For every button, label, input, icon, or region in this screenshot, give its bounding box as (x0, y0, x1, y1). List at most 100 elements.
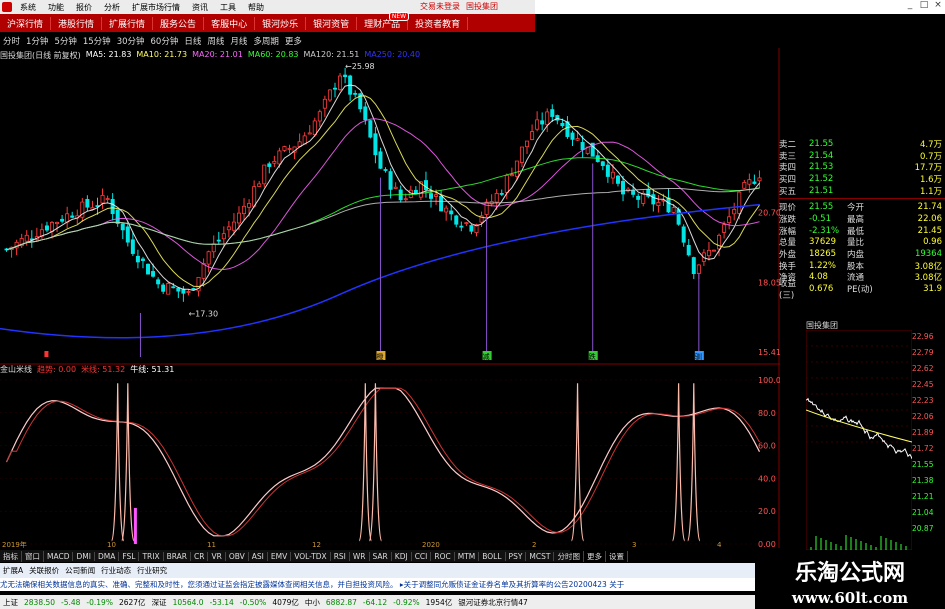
indicator-tab-15[interactable]: WR (350, 551, 370, 561)
quote-stat-row: 总量 37629 量比 0.96 (779, 237, 945, 248)
trend-spike (570, 383, 585, 542)
kline-chart[interactable]: 100.0 80.0 60.0 40.0 20.0 0.00 20.70 18.05 15.41… (0, 48, 780, 550)
nav-tab-3[interactable]: 服务公告 (153, 16, 205, 30)
minimize-icon[interactable]: _ (903, 0, 917, 12)
menu-item-6[interactable]: 工具 (214, 2, 242, 13)
candle (348, 74, 353, 101)
period-4[interactable]: 30分钟 (114, 35, 148, 47)
stat-value-2: 3.08亿 (914, 261, 942, 272)
period-7[interactable]: 周线 (204, 35, 227, 47)
candle (681, 224, 686, 247)
mini-axis-tick: 21.38 (912, 476, 934, 485)
indicator-tab-8[interactable]: CR (191, 551, 209, 561)
nav-tab-2[interactable]: 扩展行情 (102, 16, 154, 30)
period-5[interactable]: 60分钟 (148, 35, 182, 47)
close-icon[interactable]: × (931, 0, 945, 12)
menu-item-1[interactable]: 功能 (42, 2, 70, 13)
intraday-mini-chart[interactable] (806, 330, 912, 550)
candle (732, 202, 737, 221)
period-3[interactable]: 15分钟 (80, 35, 114, 47)
quote-divider (779, 198, 945, 200)
indicator-tab-1[interactable]: 窗口 (22, 550, 44, 562)
period-10[interactable]: 更多 (282, 35, 305, 47)
menu-item-2[interactable]: 报价 (70, 2, 98, 13)
candle (44, 221, 49, 233)
indicator-tab-23[interactable]: MCST (526, 551, 555, 561)
period-6[interactable]: 日线 (181, 35, 204, 47)
top-link-1[interactable]: 国投集团 (466, 1, 498, 12)
sub-axis-label: 20.0 (758, 507, 776, 516)
candle (600, 160, 605, 171)
info-tab-0[interactable]: 扩展A (0, 565, 26, 576)
mini-axis-tick: 22.62 (912, 364, 934, 373)
candle (540, 112, 545, 131)
period-1[interactable]: 1分钟 (23, 35, 51, 47)
period-0[interactable]: 分时 (0, 35, 23, 47)
nav-tab-6[interactable]: 银河资管 (306, 16, 358, 30)
info-tab-3[interactable]: 行业动态 (98, 565, 134, 576)
mini-axis-tick: 22.96 (912, 332, 934, 341)
indicator-tab-0[interactable]: 指标 (0, 550, 22, 562)
indicator-tabs: 指标 窗口 MACD DMI DMA FSL TRIX BRAR CR VR OBV ASI EMV VO… (0, 550, 628, 562)
menu-item-3[interactable]: 分析 (98, 2, 126, 13)
nav-tab-1[interactable]: 港股行情 (51, 16, 103, 30)
candle (211, 235, 216, 259)
stat-label: 收益(三) (779, 279, 797, 302)
nav-tab-5[interactable]: 银河炒乐 (255, 16, 307, 30)
nav-tab-4[interactable]: 客服中心 (204, 16, 256, 30)
indicator-tab-19[interactable]: ROC (431, 551, 455, 561)
indicator-tab-14[interactable]: RSI (331, 551, 350, 561)
indicator-tab-20[interactable]: MTM (455, 551, 480, 561)
indicator-tab-24[interactable]: 分时图 (554, 550, 584, 562)
candle (226, 220, 231, 238)
indicator-tab-16[interactable]: SAR (370, 551, 392, 561)
indicator-tab-18[interactable]: CCI (412, 551, 432, 561)
info-tab-2[interactable]: 公司新闻 (62, 565, 98, 576)
candle (353, 90, 358, 98)
candle (262, 164, 267, 188)
menu-item-0[interactable]: 系统 (14, 2, 42, 13)
candle (327, 89, 332, 102)
indicator-tab-22[interactable]: PSY (506, 551, 527, 561)
menu-item-7[interactable]: 帮助 (242, 2, 270, 13)
candle (469, 224, 474, 235)
candle (525, 140, 530, 154)
menu-item-4[interactable]: 扩展市场行情 (126, 2, 186, 13)
order-book-row: 买五 21.51 1.1万 (779, 185, 945, 197)
info-tab-1[interactable]: 关联报价 (26, 565, 62, 576)
trend-spike (358, 383, 372, 542)
indicator-tab-26[interactable]: 设置 (606, 550, 628, 562)
indicator-tab-10[interactable]: OBV (226, 551, 249, 561)
trend-spike (368, 383, 383, 542)
date-label: 10 (107, 541, 116, 549)
nav-tab-7[interactable]: 理财产品 NEW (357, 11, 410, 30)
indicator-tab-12[interactable]: EMV (268, 551, 292, 561)
info-tab-4[interactable]: 行业研究 (134, 565, 170, 576)
indicator-tab-7[interactable]: BRAR (164, 551, 192, 561)
indicator-tab-3[interactable]: DMI (73, 551, 95, 561)
indicator-tab-13[interactable]: VOL-TDX (291, 551, 331, 561)
date-label: 2020 (422, 541, 440, 549)
top-link-0[interactable]: 交易未登录 (420, 1, 460, 12)
indicator-tab-4[interactable]: DMA (95, 551, 120, 561)
indicator-tab-9[interactable]: VR (208, 551, 226, 561)
indicator-tab-2[interactable]: MACD (44, 551, 74, 561)
info-tabs: 扩展A 关联报价 公司新闻 行业动态 行业研究 (0, 563, 820, 578)
news-ticker[interactable]: 尤无法确保相关数据信息的真实、准确、完整和及时性，您须通过证监会指定披露媒体查阅… (0, 578, 820, 591)
period-2[interactable]: 5分钟 (51, 35, 79, 47)
status-item: 上证 (3, 597, 18, 607)
signal-mark-text: 橙 (376, 352, 383, 361)
order-price: 21.51 (809, 185, 834, 196)
maximize-icon[interactable]: □ (917, 0, 931, 12)
period-8[interactable]: 月线 (227, 35, 250, 47)
indicator-tab-6[interactable]: TRIX (139, 551, 164, 561)
menu-item-5[interactable]: 资讯 (186, 2, 214, 13)
indicator-tab-11[interactable]: ASI (249, 551, 268, 561)
indicator-tab-21[interactable]: BOLL (479, 551, 506, 561)
indicator-tab-17[interactable]: KDJ (392, 551, 412, 561)
period-9[interactable]: 多周期 (250, 35, 282, 47)
indicator-tab-25[interactable]: 更多 (584, 550, 606, 562)
indicator-tab-5[interactable]: FSL (119, 551, 140, 561)
nav-tab-0[interactable]: 沪深行情 (0, 16, 52, 30)
nav-tab-8[interactable]: 投资者教育 (408, 16, 469, 30)
